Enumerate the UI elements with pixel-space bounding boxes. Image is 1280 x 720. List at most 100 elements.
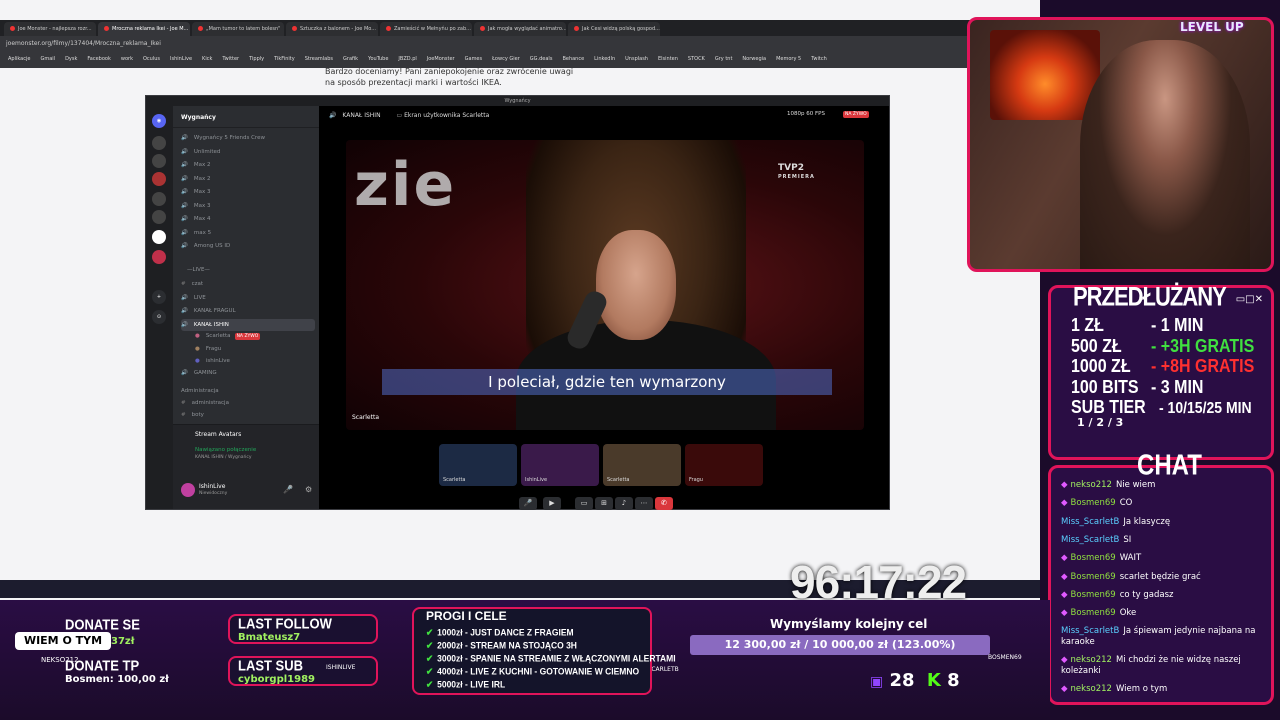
explore-icon[interactable]: ⊙ (152, 310, 166, 324)
bookmark-item[interactable]: Gmail (40, 56, 55, 62)
bookmark-item[interactable]: Tipply (249, 56, 264, 62)
voice-user[interactable]: ● Scarletta NA ŻYWO (195, 330, 313, 342)
server-icon[interactable] (152, 210, 166, 224)
bookmark-item[interactable]: Behance (562, 56, 584, 62)
soundboard-icon[interactable]: ♪ (615, 497, 633, 510)
server-icon[interactable] (152, 192, 166, 206)
server-icon[interactable] (152, 136, 166, 150)
channel-item[interactable]: 🔊 Max 2 (181, 173, 315, 185)
bookmark-item[interactable]: LinkedIn (594, 56, 615, 62)
channel-item[interactable]: 🔊 KANAŁ ISHIN (181, 318, 315, 331)
share-screen-icon[interactable]: ▭ (575, 497, 593, 510)
bookmark-item[interactable]: Kick (202, 56, 212, 62)
category-admin[interactable]: Administracja (181, 385, 315, 397)
bookmark-item[interactable]: Facebook (87, 56, 111, 62)
bookmark-item[interactable]: Twitch (811, 56, 827, 62)
channel-item[interactable]: —LIVE— (181, 264, 315, 276)
bookmark-item[interactable]: Memory 5 (776, 56, 801, 62)
avatar[interactable] (181, 483, 195, 497)
bookmark-item[interactable]: Streamlabs (305, 56, 333, 62)
bookmark-item[interactable]: Dysk (65, 56, 77, 62)
bookmark-item[interactable]: Games (465, 56, 483, 62)
browser-tab[interactable]: Joe Monster - najlepsza rozr... (4, 22, 96, 36)
browser-tab[interactable]: Jak mogła wyglądać animatro... (474, 22, 566, 36)
channel-item[interactable]: 🔊 Wygnańcy 5 Friends Crew (181, 132, 315, 144)
channel-item[interactable]: 🔊 LIVE (181, 292, 315, 304)
channel-boty[interactable]: # boty (181, 409, 315, 421)
bookmark-item[interactable]: STOCK (688, 56, 705, 62)
browser-tab[interactable]: „Mam tumor to latem bolesn" (192, 22, 284, 36)
bookmark-item[interactable]: Unsplash (625, 56, 648, 62)
discord-home-icon[interactable]: ◉ (152, 114, 166, 128)
channel-type-icon: # (181, 281, 186, 287)
goal-item: ✔ 2000zł - STREAM NA STOJĄCO 3H (426, 639, 577, 651)
server-name[interactable]: Wygnańcy (173, 106, 319, 128)
activities-icon[interactable]: ⊞ (595, 497, 613, 510)
mute-icon[interactable]: 🎤 (283, 485, 293, 494)
bookmark-item[interactable]: GG.deals (530, 56, 553, 62)
tab-label: Zamieścić w Mełnyńu po zab... (394, 26, 471, 32)
server-icon[interactable] (152, 172, 166, 186)
category-gaming[interactable]: 🔊 GAMING (181, 367, 315, 379)
chat-text: Wiem o tym (1115, 684, 1168, 695)
bookmark-item[interactable]: JoeMonster (427, 56, 455, 62)
bookmark-item[interactable]: Łowcy Gier (492, 56, 520, 62)
server-icon[interactable] (152, 230, 166, 244)
channel-administracja[interactable]: # administracja (181, 397, 315, 409)
participant-thumbnail[interactable]: Scarletta (603, 444, 681, 486)
bookmark-item[interactable]: Twitter (222, 56, 239, 62)
disconnect-button[interactable]: ✆ (655, 497, 673, 510)
channel-item[interactable]: 🔊 Max 3 (181, 200, 315, 212)
goal-progress-bar: 12 300,00 zł / 10 000,00 zł (123.00%) (690, 635, 990, 655)
participant-thumbnail[interactable]: IshinLive (521, 444, 599, 486)
goal-item: ✔ 1000zł - JUST DANCE Z FRAGIEM (426, 626, 574, 638)
stream-video[interactable]: zie TVP2 PREMIERA I poleciał, gdzie ten w… (346, 140, 864, 430)
bookmark-item[interactable]: Gry tnt (715, 56, 733, 62)
channel-item[interactable]: 🔊 max 5 (181, 227, 315, 239)
channel-item[interactable]: # czat (181, 278, 315, 290)
channel-item[interactable]: 🔊 Max 2 (181, 159, 315, 171)
bookmark-item[interactable]: Oculus (143, 56, 160, 62)
channel-item[interactable]: 🔊 Max 3 (181, 186, 315, 198)
extension-time: - +3H GRATIS (1151, 336, 1255, 357)
chat-username: Bosmen69 (1070, 553, 1116, 564)
donate-se-value: 37zł (111, 636, 135, 647)
bookmark-item[interactable]: JBZD.pl (398, 56, 416, 62)
bookmark-item[interactable]: Elsinten (658, 56, 678, 62)
participant-thumbnail[interactable]: Scarletta (439, 444, 517, 486)
mic-icon[interactable]: 🎤 (519, 497, 537, 510)
goals-title: PROGI I CELE (426, 609, 507, 623)
bookmark-item[interactable]: Norwegia (742, 56, 766, 62)
browser-tab[interactable]: Sztuczka z balonem - Joe Mo... (286, 22, 378, 36)
add-server-icon[interactable]: + (152, 290, 166, 304)
channel-item[interactable]: 🔊 Among US ID (181, 240, 315, 252)
server-list: ◉ + ⊙ (146, 106, 173, 509)
channel-item[interactable]: 🔊 Max 4 (181, 213, 315, 225)
channel-item[interactable]: 🔊 KANAŁ FRAGUL (181, 305, 315, 317)
bookmark-item[interactable]: Aplikacje (8, 56, 30, 62)
more-icon[interactable]: ⋯ (635, 497, 653, 510)
bookmark-item[interactable]: Grafik (343, 56, 358, 62)
browser-tab[interactable]: Jak Cesi widzą polską gospod... (568, 22, 660, 36)
channel-type-icon: 🔊 (181, 321, 188, 328)
bookmark-item[interactable]: work (121, 56, 133, 62)
browser-tab[interactable]: Mroczna reklama Ikei - Joe M... (98, 22, 190, 36)
browser-tab[interactable]: Zamieścić w Mełnyńu po zab... (380, 22, 472, 36)
camera-icon[interactable]: ▶ (543, 497, 561, 510)
voice-user[interactable]: ● Fragu (195, 343, 313, 355)
participant-thumbnail[interactable]: Fragu (685, 444, 763, 486)
live-badge: NA ŻYWO (234, 333, 261, 340)
browser-tab-bar: Joe Monster - najlepsza rozr... Mroczna r… (0, 20, 1040, 36)
server-icon[interactable] (152, 154, 166, 168)
chat-text: Oke (1119, 608, 1137, 619)
voice-user[interactable]: ● ishinLive (195, 355, 313, 367)
server-icon[interactable] (152, 250, 166, 264)
bookmark-item[interactable]: TikFinity (274, 56, 295, 62)
settings-gear-icon[interactable]: ⚙ (305, 485, 312, 494)
address-bar[interactable]: joemonster.org/filmy/137404/Mroczna_rekl… (0, 36, 1040, 50)
bookmark-item[interactable]: IshinLive (170, 56, 192, 62)
chat-message: ◆ nekso212 Mi chodzi że nie widzę naszej k… (1061, 655, 1273, 677)
channel-name: max 5 (193, 229, 212, 236)
bookmark-item[interactable]: YouTube (368, 56, 388, 62)
channel-item[interactable]: 🔊 Unlimited (181, 146, 315, 158)
